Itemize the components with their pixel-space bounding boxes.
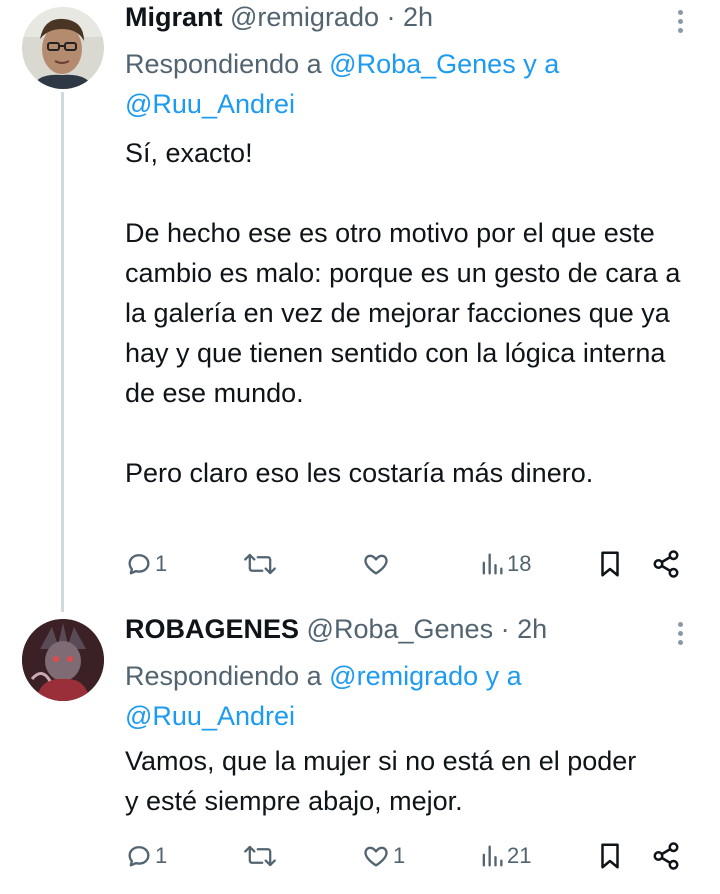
views-count: 21	[507, 843, 532, 868]
replying-and: y a	[515, 49, 560, 79]
tweet-text: Vamos, que la mujer si no está en el pod…	[125, 741, 645, 821]
replying-prefix: Respondiendo a	[125, 49, 330, 79]
retweet-button[interactable]	[243, 839, 279, 873]
text-paragraph: Pero claro eso les costaría más dinero.	[125, 458, 594, 488]
separator-dot: ·	[500, 614, 510, 644]
mention-link[interactable]: @Ruu_Andrei	[125, 701, 295, 731]
separator-dot: ·	[386, 2, 396, 32]
share-icon	[653, 550, 679, 578]
views-icon	[482, 553, 503, 575]
timestamp[interactable]: 2h	[403, 2, 433, 32]
avatar[interactable]	[22, 7, 104, 89]
reply-icon	[128, 846, 150, 867]
text-line: Sí, exacto!	[125, 138, 253, 168]
text-paragraph: Vamos, que la mujer si no está en el pod…	[125, 746, 644, 816]
tweet-2: ROBAGENES @Roba_Genes · 2h Respondiendo …	[0, 600, 720, 894]
user-handle[interactable]: @remigrado	[230, 2, 379, 32]
mention-link[interactable]: @remigrado	[329, 661, 478, 691]
bookmark-button[interactable]	[597, 839, 623, 873]
mention-link[interactable]: @Ruu_Andrei	[125, 89, 295, 119]
retweet-icon	[244, 845, 276, 867]
replying-and: y a	[478, 661, 522, 691]
tweet-header: ROBAGENES @Roba_Genes · 2h	[125, 614, 547, 645]
share-button[interactable]	[651, 839, 681, 873]
like-button[interactable]	[361, 547, 393, 581]
avatar[interactable]	[22, 619, 104, 701]
reply-count: 1	[155, 843, 168, 868]
reply-count: 1	[155, 551, 168, 576]
reply-button[interactable]: 1	[125, 547, 167, 581]
bookmark-icon	[601, 843, 619, 869]
display-name[interactable]: ROBAGENES	[125, 614, 299, 644]
like-count: 1	[393, 843, 406, 868]
tweet-text: Sí, exacto! De hecho ese es otro motivo …	[125, 133, 700, 493]
like-icon	[364, 846, 388, 867]
tweet-header: Migrant @remigrado · 2h	[125, 2, 433, 33]
retweet-icon	[244, 553, 276, 575]
action-bar: 1 1 21	[125, 839, 695, 873]
views-button[interactable]: 21	[479, 839, 531, 873]
mention-link[interactable]: @Roba_Genes	[329, 49, 516, 79]
views-icon	[482, 845, 503, 867]
like-button[interactable]: 1	[361, 839, 405, 873]
share-button[interactable]	[651, 547, 681, 581]
bookmark-icon	[601, 551, 619, 577]
more-options-icon[interactable]	[668, 622, 692, 652]
retweet-button[interactable]	[243, 547, 279, 581]
replying-to: Respondiendo a @remigrado y a @Ruu_Andre…	[125, 656, 685, 736]
reply-button[interactable]: 1	[125, 839, 167, 873]
replying-prefix: Respondiendo a	[125, 661, 330, 691]
action-bar: 1 18	[125, 547, 695, 581]
text-paragraph: De hecho ese es otro motivo por el que e…	[125, 218, 688, 408]
timestamp[interactable]: 2h	[517, 614, 547, 644]
views-count: 18	[507, 551, 532, 576]
share-icon	[653, 842, 679, 870]
display-name[interactable]: Migrant	[125, 2, 223, 32]
like-icon	[364, 554, 388, 575]
replying-to: Respondiendo a @Roba_Genes y a @Ruu_Andr…	[125, 44, 685, 124]
reply-icon	[128, 554, 150, 575]
tweet-1: Migrant @remigrado · 2h Respondiendo a @…	[0, 0, 720, 600]
views-button[interactable]: 18	[479, 547, 531, 581]
bookmark-button[interactable]	[597, 547, 623, 581]
user-handle[interactable]: @Roba_Genes	[307, 614, 494, 644]
more-options-icon[interactable]	[668, 10, 692, 40]
